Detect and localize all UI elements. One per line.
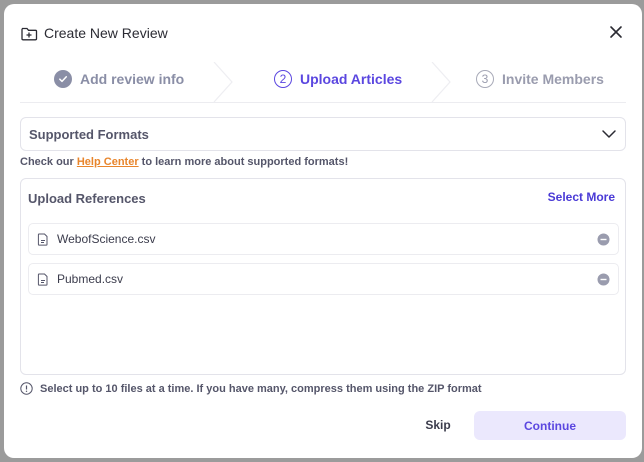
file-item: WebofScience.csv — [28, 223, 619, 255]
remove-file-icon[interactable] — [597, 233, 610, 246]
supported-formats-label: Supported Formats — [29, 126, 149, 142]
step-number: 2 — [274, 70, 292, 88]
skip-button[interactable]: Skip — [412, 411, 464, 439]
close-icon[interactable] — [608, 24, 624, 40]
step-upload-articles[interactable]: 2 Upload Articles — [274, 70, 402, 88]
step-label: Upload Articles — [300, 71, 403, 87]
dialog-header: Create New Review — [20, 22, 168, 44]
help-prefix: Check our — [20, 156, 74, 168]
upload-references-panel: Upload References Select More WebofScien… — [20, 178, 626, 375]
dialog-title: Create New Review — [44, 25, 168, 41]
info-text: Select up to 10 files at a time. If you … — [40, 382, 482, 395]
info-icon — [20, 382, 33, 395]
step-number: 3 — [476, 70, 494, 88]
step-invite-members[interactable]: 3 Invite Members — [476, 70, 604, 88]
checkmark-icon — [54, 70, 72, 88]
file-name: WebofScience.csv — [57, 232, 156, 246]
step-label: Add review info — [80, 71, 185, 87]
step-add-review-info[interactable]: Add review info — [54, 70, 184, 88]
file-icon — [37, 233, 49, 246]
upload-title: Upload References — [28, 191, 146, 206]
remove-file-icon[interactable] — [597, 273, 610, 286]
chevron-down-icon — [602, 130, 616, 138]
step-separator-icon — [213, 62, 233, 102]
supported-formats-accordion[interactable]: Supported Formats — [20, 117, 626, 151]
help-center-link[interactable]: Help Center — [77, 156, 139, 168]
continue-button[interactable]: Continue — [474, 411, 626, 440]
add-folder-icon — [20, 24, 38, 42]
file-icon — [37, 273, 49, 286]
file-name: Pubmed.csv — [57, 272, 124, 286]
help-suffix: to learn more about supported formats! — [141, 156, 349, 168]
help-text: Check our Help Center to learn more abou… — [20, 156, 348, 168]
stepper: Add review info 2 Upload Articles 3 Invi… — [20, 62, 626, 103]
file-item: Pubmed.csv — [28, 263, 619, 295]
step-label: Invite Members — [502, 71, 604, 87]
upload-info: Select up to 10 files at a time. If you … — [20, 382, 482, 395]
create-review-dialog: Create New Review Add review info 2 Uplo… — [4, 4, 642, 458]
step-separator-icon — [431, 62, 451, 102]
select-more-button[interactable]: Select More — [548, 190, 615, 204]
